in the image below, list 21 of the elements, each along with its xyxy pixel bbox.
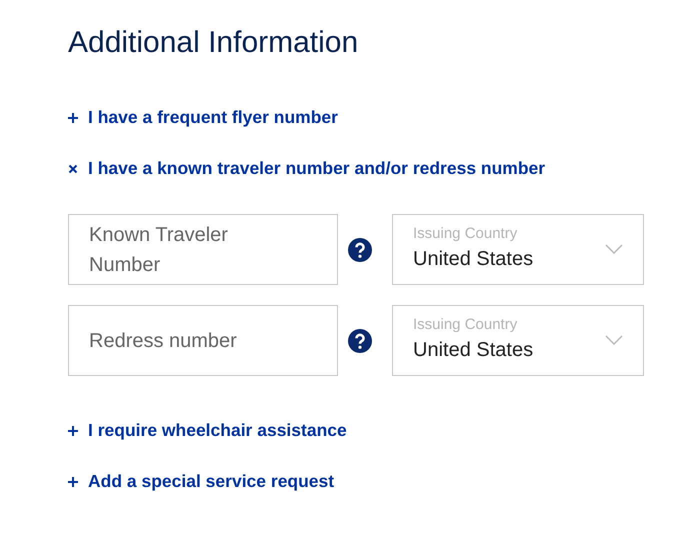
field-label: Issuing Country — [413, 225, 518, 242]
select-value: United States — [413, 248, 534, 271]
field-label: Issuing Country — [413, 316, 518, 333]
expand-toggle-link[interactable]: I have a frequent flyer number — [68, 107, 338, 128]
help-icon[interactable] — [348, 238, 372, 262]
close-icon — [68, 164, 78, 174]
plus-icon — [68, 476, 78, 486]
country-select[interactable]: Issuing Country United States — [392, 214, 644, 285]
expand-toggle-link[interactable]: Add a special service request — [68, 471, 334, 492]
chevron-down-icon — [605, 335, 623, 345]
chevron-down-icon — [605, 244, 623, 254]
help-icon[interactable] — [348, 328, 372, 352]
input-field[interactable]: Redress number — [68, 305, 338, 376]
section-heading: Additional Information — [68, 26, 360, 60]
select-value: United States — [413, 339, 534, 362]
expand-toggle-link[interactable]: I require wheelchair assistance — [68, 420, 347, 441]
country-select[interactable]: Issuing Country United States — [392, 305, 644, 376]
plus-icon — [68, 426, 78, 436]
input-field[interactable]: Known Traveler Number — [68, 214, 338, 285]
expand-toggle-link[interactable]: I have a known traveler number and/or redress number — [68, 158, 546, 179]
plus-icon — [68, 112, 78, 122]
